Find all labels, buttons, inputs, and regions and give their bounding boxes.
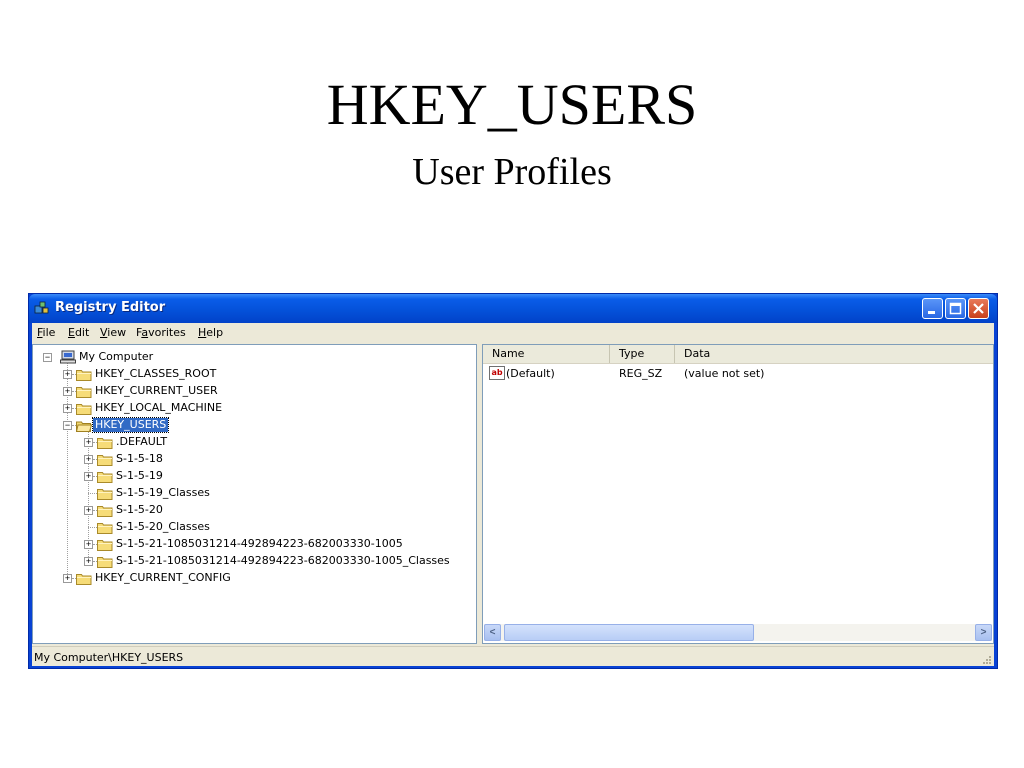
menu-file[interactable]: File: [37, 326, 55, 339]
expand-icon[interactable]: +: [63, 387, 72, 396]
scroll-thumb[interactable]: [504, 624, 754, 641]
string-value-icon: ab: [489, 366, 505, 380]
scroll-right-button[interactable]: >: [975, 624, 992, 641]
menu-help[interactable]: Help: [198, 326, 223, 339]
list-item[interactable]: ab (Default) REG_SZ (value not set): [483, 366, 993, 382]
tree-node-label: S-1-5-19_Classes: [116, 486, 210, 499]
tree-node-label: S-1-5-21-1085031214-492894223-682003330-…: [116, 554, 450, 567]
folder-icon: [97, 489, 113, 500]
collapse-icon[interactable]: −: [43, 353, 52, 362]
values-list[interactable]: Name Type Data ab (Default) REG_SZ (valu…: [482, 344, 994, 644]
expand-icon[interactable]: +: [84, 540, 93, 549]
tree-node-label: S-1-5-20_Classes: [116, 520, 210, 533]
tree-node-label: S-1-5-21-1085031214-492894223-682003330-…: [116, 537, 403, 550]
tree-node-label: HKEY_LOCAL_MACHINE: [95, 401, 223, 414]
tree-connector-line: [88, 493, 97, 494]
expand-icon[interactable]: +: [63, 404, 72, 413]
tree-node-label: S-1-5-19: [116, 469, 163, 482]
tree-node-label: HKEY_CURRENT_USER: [95, 384, 218, 397]
list-header: Name Type Data: [483, 345, 993, 364]
column-header-type[interactable]: Type: [610, 345, 675, 363]
minimize-button[interactable]: [922, 298, 943, 319]
folder-icon: [97, 523, 113, 534]
folder-icon: [97, 506, 113, 517]
status-bar: My Computer\HKEY_USERS: [32, 646, 994, 667]
window-client: File Edit View Favorites Help − My Compu…: [32, 323, 994, 666]
maximize-icon: [949, 302, 962, 315]
tree-node-label: S-1-5-20: [116, 503, 163, 516]
maximize-button[interactable]: [945, 298, 966, 319]
horizontal-scrollbar[interactable]: < >: [484, 624, 992, 641]
value-type: REG_SZ: [619, 367, 663, 380]
tree-node-label: HKEY_USERS: [91, 417, 170, 433]
tree-node-label: HKEY_CURRENT_CONFIG: [95, 571, 231, 584]
tree-node-label: HKEY_CLASSES_ROOT: [95, 367, 217, 380]
folder-icon: [97, 438, 113, 449]
column-header-data[interactable]: Data: [675, 345, 993, 363]
slide-subtitle: User Profiles: [412, 151, 612, 193]
column-header-name[interactable]: Name: [483, 345, 610, 363]
menu-edit[interactable]: Edit: [68, 326, 89, 339]
tree-node-label: .DEFAULT: [116, 435, 168, 448]
menu-bar: File Edit View Favorites Help: [32, 323, 994, 342]
resize-grip-icon[interactable]: [980, 653, 992, 665]
menu-favorites[interactable]: Favorites: [136, 326, 186, 339]
menu-view[interactable]: View: [100, 326, 126, 339]
tree-connector-line: [88, 527, 97, 528]
folder-icon: [76, 370, 92, 381]
registry-tree[interactable]: − My Computer + HKEY_CLASSES_ROOT + HKEY_CU…: [32, 344, 477, 644]
expand-icon[interactable]: +: [63, 574, 72, 583]
open-folder-icon: [76, 421, 92, 432]
expand-icon[interactable]: +: [84, 557, 93, 566]
expand-icon[interactable]: +: [63, 370, 72, 379]
window-title: Registry Editor: [55, 300, 166, 315]
my-computer-icon: [60, 350, 76, 364]
registry-editor-icon: [34, 301, 49, 314]
folder-icon: [76, 404, 92, 415]
expand-icon[interactable]: +: [84, 472, 93, 481]
close-icon: [973, 303, 984, 314]
folder-icon: [76, 574, 92, 585]
collapse-icon[interactable]: −: [63, 421, 72, 430]
status-path: My Computer\HKEY_USERS: [34, 651, 184, 664]
folder-icon: [97, 557, 113, 568]
folder-icon: [97, 540, 113, 551]
close-button[interactable]: [968, 298, 989, 319]
folder-icon: [76, 387, 92, 398]
expand-icon[interactable]: +: [84, 455, 93, 464]
registry-editor-window: Registry Editor File Edit View Favorites…: [28, 293, 998, 669]
tree-node-label: S-1-5-18: [116, 452, 163, 465]
value-name: (Default): [506, 367, 555, 380]
slide-title: HKEY_USERS: [326, 72, 698, 137]
expand-icon[interactable]: +: [84, 438, 93, 447]
scroll-left-button[interactable]: <: [484, 624, 501, 641]
folder-icon: [97, 472, 113, 483]
expand-icon[interactable]: +: [84, 506, 93, 515]
value-data: (value not set): [684, 367, 765, 380]
folder-icon: [97, 455, 113, 466]
title-bar[interactable]: Registry Editor: [29, 294, 997, 323]
minimize-icon: [928, 311, 935, 314]
